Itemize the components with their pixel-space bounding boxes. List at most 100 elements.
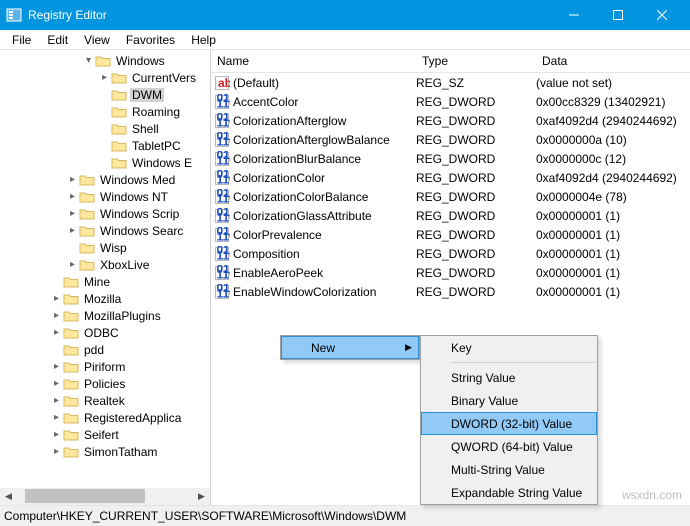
menu-help[interactable]: Help xyxy=(183,31,224,49)
context-item-new[interactable]: New ▶ xyxy=(281,336,419,359)
context-item[interactable]: QWORD (64-bit) Value xyxy=(421,435,597,458)
tree-toggle-icon[interactable]: ▸ xyxy=(66,174,79,185)
folder-icon xyxy=(111,71,127,85)
tree-item[interactable]: ▸XboxLive xyxy=(0,256,210,273)
menu-separator xyxy=(451,362,596,363)
string-value-icon: ab xyxy=(211,75,233,91)
tree-item[interactable]: Windows E xyxy=(0,154,210,171)
tree-item[interactable]: ▸Realtek xyxy=(0,392,210,409)
list-row[interactable]: 011110ColorizationAfterglowREG_DWORD0xaf… xyxy=(211,111,690,130)
context-item-label: Expandable String Value xyxy=(451,486,582,500)
tree-toggle-icon[interactable]: ▸ xyxy=(50,378,63,389)
tree-toggle-icon[interactable]: ▸ xyxy=(50,446,63,457)
tree-toggle-icon[interactable]: ▸ xyxy=(50,327,63,338)
list-row[interactable]: 011110CompositionREG_DWORD0x00000001 (1) xyxy=(211,244,690,263)
close-button[interactable] xyxy=(640,0,684,30)
list-row[interactable]: 011110ColorPrevalenceREG_DWORD0x00000001… xyxy=(211,225,690,244)
list-row[interactable]: 011110ColorizationBlurBalanceREG_DWORD0x… xyxy=(211,149,690,168)
tree-item-label: Windows Scrip xyxy=(98,207,181,221)
value-data: 0x00000001 (1) xyxy=(536,266,690,280)
tree-item[interactable]: ▸SimonTatham xyxy=(0,443,210,460)
value-name: Composition xyxy=(233,247,416,261)
list-header: Name Type Data xyxy=(211,50,690,73)
tree-item[interactable]: ▸ODBC xyxy=(0,324,210,341)
context-item[interactable]: Key xyxy=(421,336,597,359)
maximize-button[interactable] xyxy=(596,0,640,30)
column-name[interactable]: Name xyxy=(211,54,416,68)
binary-value-icon: 011110 xyxy=(211,94,233,110)
list-row[interactable]: 011110ColorizationGlassAttributeREG_DWOR… xyxy=(211,206,690,225)
menu-file[interactable]: File xyxy=(4,31,39,49)
tree-toggle-icon[interactable]: ▸ xyxy=(98,72,111,83)
tree-toggle-icon[interactable]: ▸ xyxy=(50,429,63,440)
tree-item[interactable]: ▸CurrentVers xyxy=(0,69,210,86)
tree-item[interactable]: ▸Seifert xyxy=(0,426,210,443)
tree-hscrollbar[interactable]: ◀ ▶ xyxy=(0,488,210,505)
folder-icon xyxy=(111,122,127,136)
menubar: File Edit View Favorites Help xyxy=(0,30,690,50)
tree-item[interactable]: ▸MozillaPlugins xyxy=(0,307,210,324)
tree-item[interactable]: pdd xyxy=(0,341,210,358)
tree-item[interactable]: Roaming xyxy=(0,103,210,120)
tree-toggle-icon[interactable]: ▸ xyxy=(50,412,63,423)
value-type: REG_DWORD xyxy=(416,228,536,242)
value-type: REG_DWORD xyxy=(416,152,536,166)
tree-item[interactable]: Wisp xyxy=(0,239,210,256)
tree-toggle-icon[interactable]: ▸ xyxy=(50,361,63,372)
tree-item[interactable]: ▸Piriform xyxy=(0,358,210,375)
menu-view[interactable]: View xyxy=(76,31,118,49)
tree-item[interactable]: ▸Windows Searc xyxy=(0,222,210,239)
tree-toggle-icon[interactable]: ▾ xyxy=(82,55,95,66)
tree-item[interactable]: ▸ Mozilla xyxy=(0,290,210,307)
tree-item[interactable]: Mine xyxy=(0,273,210,290)
scroll-left-arrow[interactable]: ◀ xyxy=(0,488,17,505)
scroll-thumb[interactable] xyxy=(25,489,145,503)
tree-toggle-icon[interactable]: ▸ xyxy=(50,293,63,304)
value-data: 0x0000000c (12) xyxy=(536,152,690,166)
tree-item[interactable]: DWM xyxy=(0,86,210,103)
list-row[interactable]: 011110ColorizationColorREG_DWORD0xaf4092… xyxy=(211,168,690,187)
tree-pane[interactable]: ▾Windows▸CurrentVersDWMRoamingShellTable… xyxy=(0,50,211,505)
context-item[interactable]: DWORD (32-bit) Value xyxy=(421,412,597,435)
tree-toggle-icon[interactable]: ▸ xyxy=(66,191,79,202)
column-type[interactable]: Type xyxy=(416,54,536,68)
tree-item[interactable]: ▸Policies xyxy=(0,375,210,392)
status-path: Computer\HKEY_CURRENT_USER\SOFTWARE\Micr… xyxy=(4,509,406,523)
menu-edit[interactable]: Edit xyxy=(39,31,76,49)
folder-icon xyxy=(63,445,79,459)
minimize-button[interactable] xyxy=(552,0,596,30)
value-data: 0x00000001 (1) xyxy=(536,247,690,261)
context-item-label: String Value xyxy=(451,371,515,385)
context-item[interactable]: Expandable String Value xyxy=(421,481,597,504)
list-row[interactable]: ab(Default)REG_SZ(value not set) xyxy=(211,73,690,92)
tree-item[interactable]: Shell xyxy=(0,120,210,137)
value-data: 0x00000001 (1) xyxy=(536,285,690,299)
list-row[interactable]: 011110EnableAeroPeekREG_DWORD0x00000001 … xyxy=(211,263,690,282)
tree-item[interactable]: TabletPC xyxy=(0,137,210,154)
tree-item-label: Mozilla xyxy=(82,292,123,306)
tree-toggle-icon[interactable]: ▸ xyxy=(66,225,79,236)
context-item-label: QWORD (64-bit) Value xyxy=(451,440,573,454)
tree-toggle-icon[interactable]: ▸ xyxy=(50,310,63,321)
tree-toggle-icon[interactable]: ▸ xyxy=(66,208,79,219)
list-row[interactable]: 011110ColorizationAfterglowBalanceREG_DW… xyxy=(211,130,690,149)
tree-item-label: pdd xyxy=(82,343,106,357)
column-data[interactable]: Data xyxy=(536,54,690,68)
value-data: 0x00000001 (1) xyxy=(536,228,690,242)
tree-toggle-icon[interactable]: ▸ xyxy=(66,259,79,270)
tree-item[interactable]: ▸ Windows Scrip xyxy=(0,205,210,222)
context-item[interactable]: Multi-String Value xyxy=(421,458,597,481)
context-item[interactable]: Binary Value xyxy=(421,389,597,412)
context-item[interactable]: String Value xyxy=(421,366,597,389)
tree-item[interactable]: ▸Windows NT xyxy=(0,188,210,205)
list-row[interactable]: 011110EnableWindowColorizationREG_DWORD0… xyxy=(211,282,690,301)
scroll-right-arrow[interactable]: ▶ xyxy=(193,488,210,505)
list-row[interactable]: 011110ColorizationColorBalanceREG_DWORD0… xyxy=(211,187,690,206)
list-row[interactable]: 011110AccentColorREG_DWORD0x00cc8329 (13… xyxy=(211,92,690,111)
value-name: ColorizationBlurBalance xyxy=(233,152,416,166)
tree-item[interactable]: ▾Windows xyxy=(0,52,210,69)
tree-toggle-icon[interactable]: ▸ xyxy=(50,395,63,406)
tree-item[interactable]: ▸Windows Med xyxy=(0,171,210,188)
menu-favorites[interactable]: Favorites xyxy=(118,31,183,49)
tree-item[interactable]: ▸RegisteredApplica xyxy=(0,409,210,426)
